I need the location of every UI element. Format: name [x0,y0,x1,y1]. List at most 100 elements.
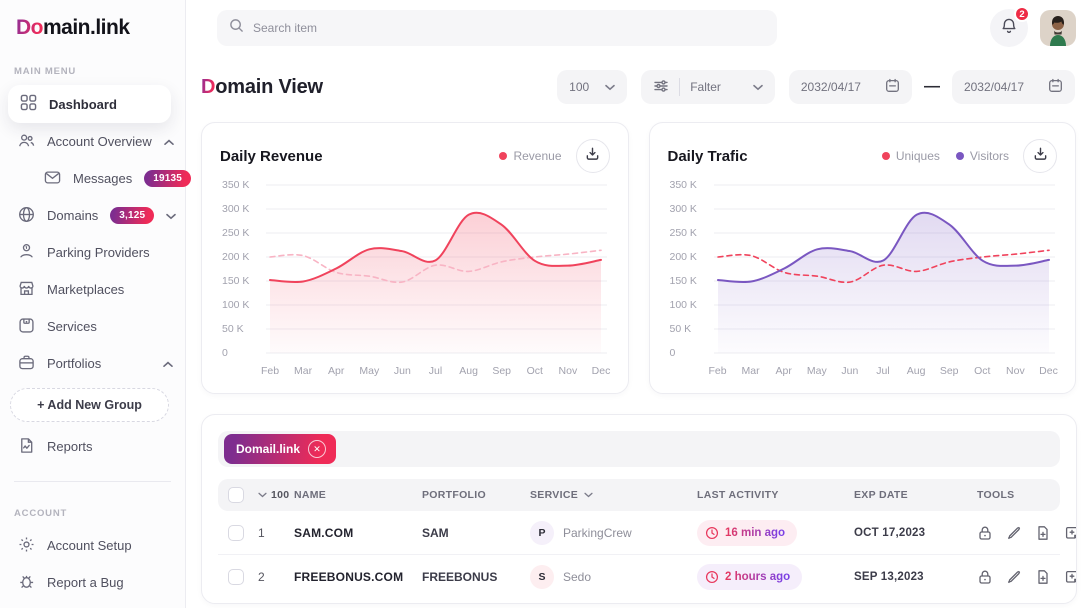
notification-count-badge: 2 [1014,6,1030,22]
column-header-last-activity[interactable]: LAST ACTIVITY [697,489,854,501]
row-number: 1 [258,526,294,540]
add-new-group-button[interactable]: + Add New Group [10,388,169,422]
sidebar-item-marketplaces[interactable]: Marketplaces [0,271,185,308]
page-title: Domain View [201,76,323,99]
x-tick-label: Oct [974,365,990,377]
row-checkbox[interactable] [228,569,244,585]
x-tick-label: Apr [776,365,792,377]
x-tick-label: Dec [592,365,611,377]
service-name: Sedo [563,570,591,584]
clock-icon [705,570,719,584]
sidebar-item-dashboard[interactable]: Dashboard [8,85,171,123]
download-icon [1033,146,1048,166]
sidebar-item-report-a-bug[interactable]: Report a Bug [0,564,185,601]
x-tick-label: Dec [1039,365,1058,377]
column-header-portfolio[interactable]: PORTFOLIO [422,489,530,501]
row-checkbox[interactable] [228,525,244,541]
x-tick-label: Apr [328,365,344,377]
activity-pill: 16 min ago [697,520,797,546]
table-header-row: 100 NAME PORTFOLIO SERVICE LAST ACTIVITY… [218,479,1060,511]
date-to-picker[interactable]: 2032/04/17 [952,70,1075,104]
sidebar-item-label: Report a Bug [47,575,173,590]
column-header-service[interactable]: SERVICE [530,489,697,501]
edit-pencil-icon[interactable] [1006,525,1022,541]
sidebar-item-services[interactable]: Services [0,308,185,345]
chart-plot-area[interactable] [710,181,1058,359]
edit-pencil-icon[interactable] [1006,569,1022,585]
chart-plot-area[interactable] [262,181,610,359]
export-note-icon[interactable] [1064,525,1077,541]
x-tick-label: Jun [394,365,411,377]
y-axis-labels: 350 K300 K250 K200 K150 K100 K50 K0 [220,181,262,359]
y-tick-label: 350 K [670,179,697,191]
y-tick-label: 250 K [222,227,249,239]
exp-date-cell: SEP 13,2023 [854,571,977,583]
chevron-up-icon[interactable] [163,356,173,371]
column-header-service-label: SERVICE [530,489,578,501]
y-tick-label: 0 [222,347,228,359]
calendar-icon [1048,78,1063,96]
export-note-icon[interactable] [1064,569,1077,585]
notifications-button[interactable]: 2 [990,9,1028,47]
y-tick-label: 100 K [670,299,697,311]
y-tick-label: 200 K [222,251,249,263]
sidebar-item-portfolios[interactable]: Portfolios [0,345,185,382]
file-add-icon[interactable] [1035,569,1051,585]
sidebar-item-parking-providers[interactable]: Parking Providers [0,234,185,271]
x-tick-label: Oct [527,365,543,377]
sidebar-item-messages[interactable]: Messages 19135 [0,160,185,197]
y-axis-labels: 350 K300 K250 K200 K150 K100 K50 K0 [668,181,710,359]
x-tick-label: Feb [261,365,279,377]
search-bar[interactable] [217,10,777,46]
y-tick-label: 50 K [222,323,244,335]
area-fill-Visitors [718,213,1049,353]
download-chart-button[interactable] [576,139,610,173]
download-chart-button[interactable] [1023,139,1057,173]
row-count-header[interactable]: 100 [258,489,294,501]
lock-icon[interactable] [977,569,993,585]
remove-tag-icon[interactable]: ✕ [308,440,326,458]
lock-icon[interactable] [977,525,993,541]
file-add-icon[interactable] [1035,525,1051,541]
y-tick-label: 0 [670,347,676,359]
daily-revenue-card: Daily Revenue Revenue 350 K300 K250 K200… [201,122,629,394]
filter-select[interactable]: Falter [641,70,775,104]
date-from-picker[interactable]: 2032/04/17 [789,70,912,104]
select-all-checkbox[interactable] [228,487,244,503]
chevron-up-icon[interactable] [164,134,174,149]
domains-count-badge: 3,125 [110,207,154,224]
service-cell: S Sedo [530,565,697,589]
exp-date-cell: OCT 17,2023 [854,527,977,539]
y-tick-label: 300 K [670,203,697,215]
column-header-exp-date[interactable]: EXP DATE [854,489,977,501]
service-cell: P ParkingCrew [530,521,697,545]
row-count-value: 100 [271,489,289,501]
app-logo[interactable]: Domain.link [0,0,185,40]
sidebar-item-domains[interactable]: Domains 3,125 [0,197,185,234]
column-header-name[interactable]: NAME [294,489,422,501]
domain-name-cell[interactable]: SAM.COM [294,526,422,540]
briefcase-icon [18,354,35,374]
active-filter-tag[interactable]: Domail.link ✕ [224,434,336,464]
chart-title: Daily Revenue [220,148,323,165]
sidebar-item-account-setup[interactable]: Account Setup [0,527,185,564]
sidebar-item-label: Reports [47,439,173,454]
table-row[interactable]: 2 FREEBONUS.COM FREEBONUS S Sedo 2 hours… [218,555,1060,599]
chevron-down-icon[interactable] [166,208,176,223]
sidebar-item-label: Portfolios [47,356,151,371]
table-row[interactable]: 1 SAM.COM SAM P ParkingCrew 16 min ago O… [218,511,1060,555]
legend-dot-icon [956,152,964,160]
page-size-select[interactable]: 100 [557,70,627,104]
globe-icon [18,206,35,226]
avatar[interactable] [1040,10,1076,46]
column-header-tools[interactable]: TOOLS [977,489,1060,501]
sidebar-item-reports[interactable]: Reports [0,428,185,465]
activity-text: 16 min ago [725,527,785,539]
sidebar-item-account-overview[interactable]: Account Overview [0,123,185,160]
sidebar-item-label: Parking Providers [47,245,173,260]
x-tick-label: Mar [742,365,760,377]
x-tick-label: Nov [559,365,578,377]
domain-name-cell[interactable]: FREEBONUS.COM [294,570,422,584]
dashboard-grid-icon [20,94,37,114]
search-input[interactable] [253,21,765,35]
